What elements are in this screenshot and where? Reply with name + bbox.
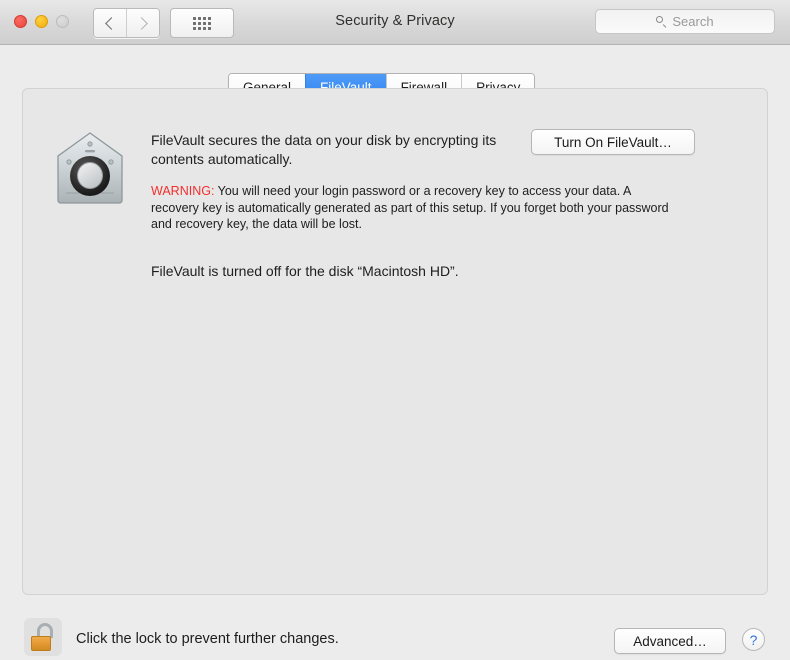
warning-label: WARNING: (151, 184, 215, 198)
filevault-safe-knob (77, 162, 103, 189)
filevault-intro-text: FileVault secures the data on your disk … (151, 132, 497, 167)
security-privacy-window: PC risk.com Security & Privacy Search (0, 0, 790, 660)
turn-on-filevault-button[interactable]: Turn On FileVault… (531, 129, 695, 155)
search-input[interactable]: Search (595, 9, 775, 34)
warning-text: You will need your login password or a r… (151, 184, 669, 231)
title-bar: Security & Privacy Search (0, 0, 790, 45)
lock-button[interactable] (24, 618, 62, 656)
search-placeholder: Search (672, 14, 714, 29)
search-icon (656, 16, 667, 27)
help-button[interactable]: ? (742, 628, 765, 651)
lock-hint-label: Click the lock to prevent further change… (76, 631, 339, 647)
filevault-warning: WARNING: You will need your login passwo… (151, 183, 679, 233)
padlock-body (31, 636, 51, 651)
filevault-icon (52, 130, 128, 206)
filevault-status-text: FileVault is turned off for the disk “Ma… (151, 263, 459, 279)
advanced-button[interactable]: Advanced… (614, 628, 726, 654)
